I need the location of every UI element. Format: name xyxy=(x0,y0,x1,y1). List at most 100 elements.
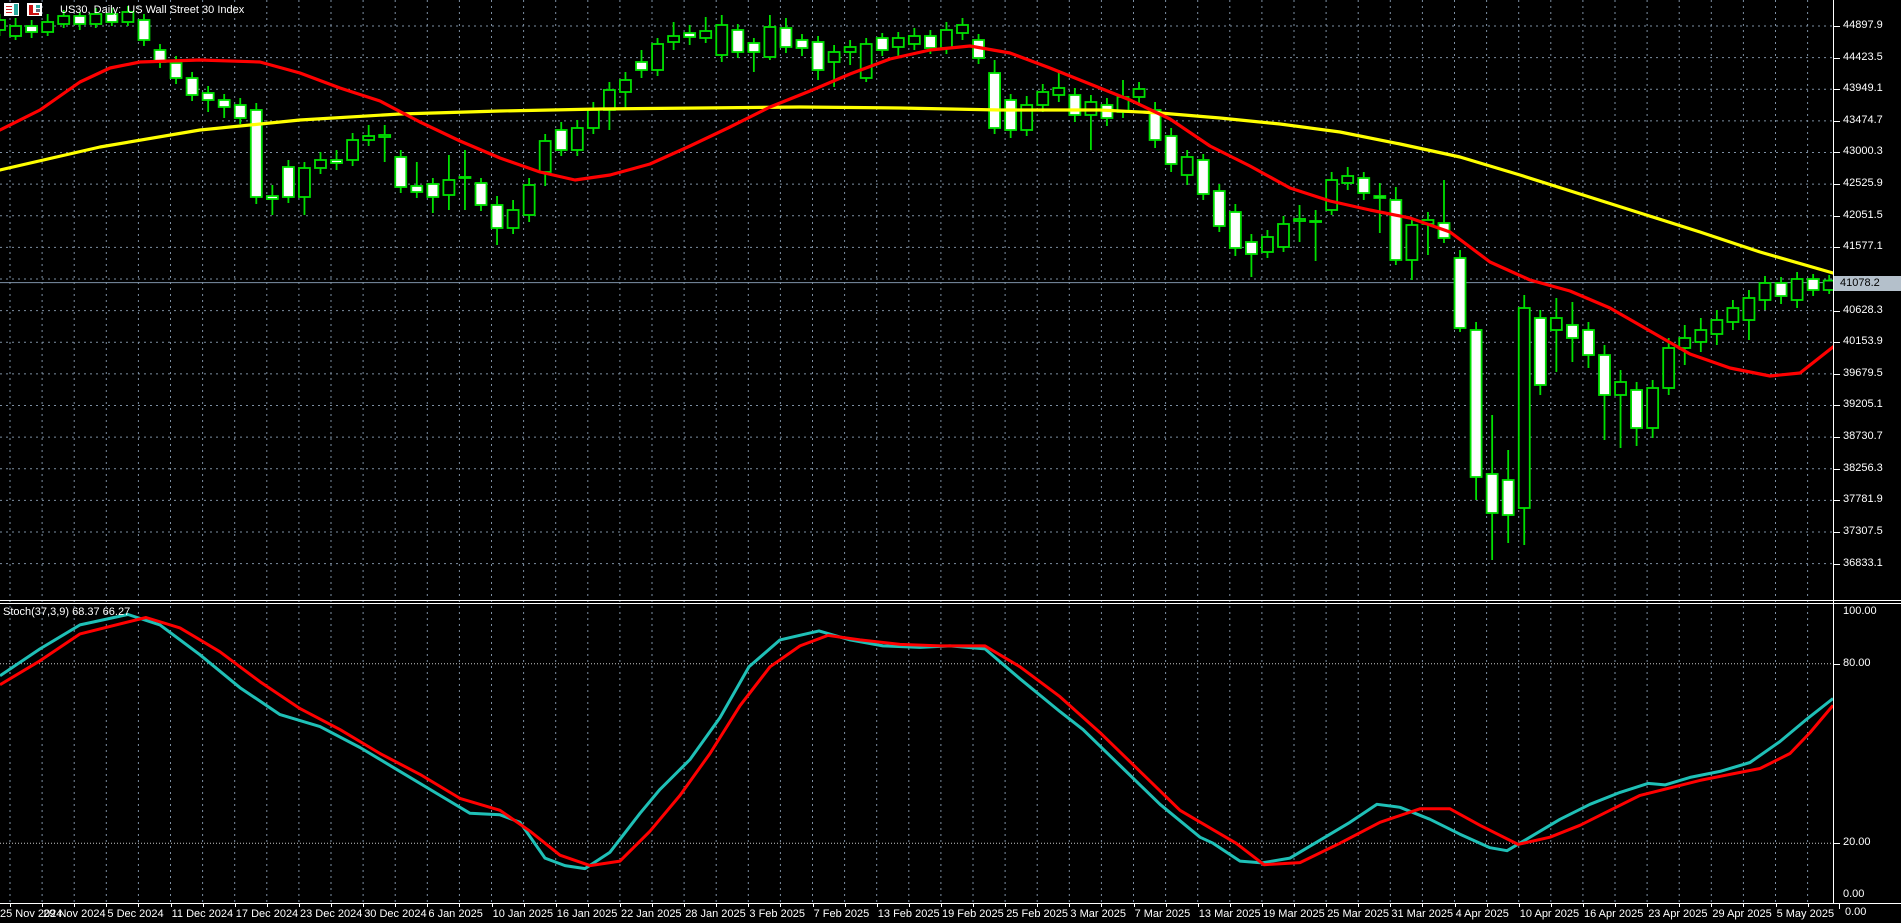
candle-body xyxy=(845,47,856,52)
time-axis-tick xyxy=(780,904,781,907)
stoch-axis-label: 20.00 xyxy=(1843,836,1871,848)
candle-body xyxy=(508,210,519,228)
panel-divider-top[interactable] xyxy=(0,600,1901,601)
time-axis-tick xyxy=(556,904,557,907)
candle-body xyxy=(1182,157,1193,175)
time-axis-tick xyxy=(10,904,11,907)
stoch-axis-label: 80.00 xyxy=(1843,657,1871,669)
time-axis-tick xyxy=(203,904,204,907)
time-axis-label: 16 Jan 2025 xyxy=(557,908,618,920)
time-axis-tick xyxy=(813,904,814,907)
candle-body xyxy=(1631,390,1642,428)
time-axis-label: 25 Mar 2025 xyxy=(1327,908,1389,920)
candle-body xyxy=(187,78,198,95)
candle-body xyxy=(1326,180,1337,210)
time-axis-tick xyxy=(1519,904,1520,907)
candle-body xyxy=(363,136,374,140)
time-axis-tick xyxy=(1069,904,1070,907)
time-axis-tick xyxy=(1101,904,1102,907)
time-axis-tick xyxy=(1262,904,1263,907)
candle-body xyxy=(813,42,824,70)
time-axis-tick xyxy=(941,904,942,907)
price-axis-label: 40153.9 xyxy=(1843,335,1883,347)
price-axis-tick xyxy=(1834,564,1840,565)
candle-body xyxy=(1711,320,1722,334)
time-axis-label: 13 Feb 2025 xyxy=(878,908,940,920)
candle-body xyxy=(941,30,952,48)
candle-body xyxy=(620,80,631,92)
time-axis-label: 17 Dec 2024 xyxy=(236,908,298,920)
candle-body xyxy=(171,63,182,78)
time-axis-tick xyxy=(267,904,268,907)
time-axis-label: 4 Apr 2025 xyxy=(1456,908,1509,920)
price-axis-tick xyxy=(1834,405,1840,406)
candle-body xyxy=(1519,308,1530,508)
time-axis-tick xyxy=(1230,904,1231,907)
time-axis-label: 3 Feb 2025 xyxy=(749,908,805,920)
candle-body xyxy=(668,36,679,42)
candle-body xyxy=(716,25,727,55)
chart-canvas[interactable] xyxy=(0,0,1901,923)
candle-body xyxy=(636,62,647,70)
time-axis-tick xyxy=(1005,904,1006,907)
candle-body xyxy=(1567,325,1578,338)
time-axis-label: 7 Mar 2025 xyxy=(1135,908,1191,920)
time-axis-tick xyxy=(363,904,364,907)
time-axis-label: 6 Jan 2025 xyxy=(428,908,482,920)
candle-body xyxy=(748,43,759,52)
stochastic-indicator-label: Stoch(37,3,9) 68.37 66.27 xyxy=(3,606,130,618)
candle-body xyxy=(1246,242,1257,254)
candle-body xyxy=(1487,474,1498,513)
candle-body xyxy=(1198,160,1209,194)
time-axis-label: 30 Dec 2024 xyxy=(364,908,426,920)
time-axis-label: 29 Apr 2025 xyxy=(1712,908,1771,920)
price-axis-label: 38256.3 xyxy=(1843,462,1883,474)
candle-body xyxy=(1776,283,1787,296)
chart-header: US30, Daily: US Wall Street 30 Index xyxy=(4,3,244,16)
candle-body xyxy=(1374,196,1385,198)
stoch-signal-line xyxy=(0,618,1833,866)
price-axis-label: 36833.1 xyxy=(1843,557,1883,569)
panel-divider-bottom[interactable] xyxy=(0,603,1901,604)
price-axis-label: 44897.9 xyxy=(1843,19,1883,31)
candle-body xyxy=(732,30,743,52)
candle-body xyxy=(1294,219,1305,221)
candle-body xyxy=(1471,330,1482,477)
time-axis-label: 25 Feb 2025 xyxy=(1006,908,1068,920)
price-axis-tick xyxy=(1834,500,1840,501)
candle-body xyxy=(700,31,711,38)
time-axis-label: 5 Dec 2024 xyxy=(107,908,163,920)
time-axis-tick xyxy=(973,904,974,907)
candle-body xyxy=(1342,176,1353,183)
candle-body xyxy=(780,28,791,47)
time-axis-tick xyxy=(1776,904,1777,907)
time-axis-label: 23 Dec 2024 xyxy=(300,908,362,920)
time-axis-tick xyxy=(1198,904,1199,907)
candle-body xyxy=(1727,308,1738,322)
time-axis[interactable]: 25 Nov 202429 Nov 20245 Dec 202411 Dec 2… xyxy=(0,904,1901,923)
price-axis-border xyxy=(1833,0,1834,904)
candle-body xyxy=(1503,480,1514,515)
candle-body xyxy=(1278,224,1289,247)
current-price-box[interactable]: 41078.2 xyxy=(1834,276,1901,291)
time-axis-tick xyxy=(492,904,493,907)
candle-body xyxy=(684,33,695,37)
candle-body xyxy=(556,130,567,150)
candle-body xyxy=(379,135,390,137)
account-list-icon[interactable] xyxy=(4,3,19,16)
candle-body xyxy=(1535,318,1546,385)
candle-body xyxy=(283,167,294,197)
stoch-axis-label: 0.00 xyxy=(1843,888,1864,900)
time-axis-tick xyxy=(588,904,589,907)
time-axis-label: 31 Mar 2025 xyxy=(1391,908,1453,920)
time-axis-tick xyxy=(1615,904,1616,907)
candle-body xyxy=(443,180,454,195)
candle-body xyxy=(540,141,551,172)
candle-body xyxy=(1358,178,1369,193)
candle-body xyxy=(588,110,599,128)
time-axis-tick xyxy=(1679,904,1680,907)
stoch-axis-tick xyxy=(1834,664,1840,665)
grid-lines xyxy=(0,0,1833,903)
time-axis-tick xyxy=(1358,904,1359,907)
time-axis-label: 13 Mar 2025 xyxy=(1199,908,1261,920)
